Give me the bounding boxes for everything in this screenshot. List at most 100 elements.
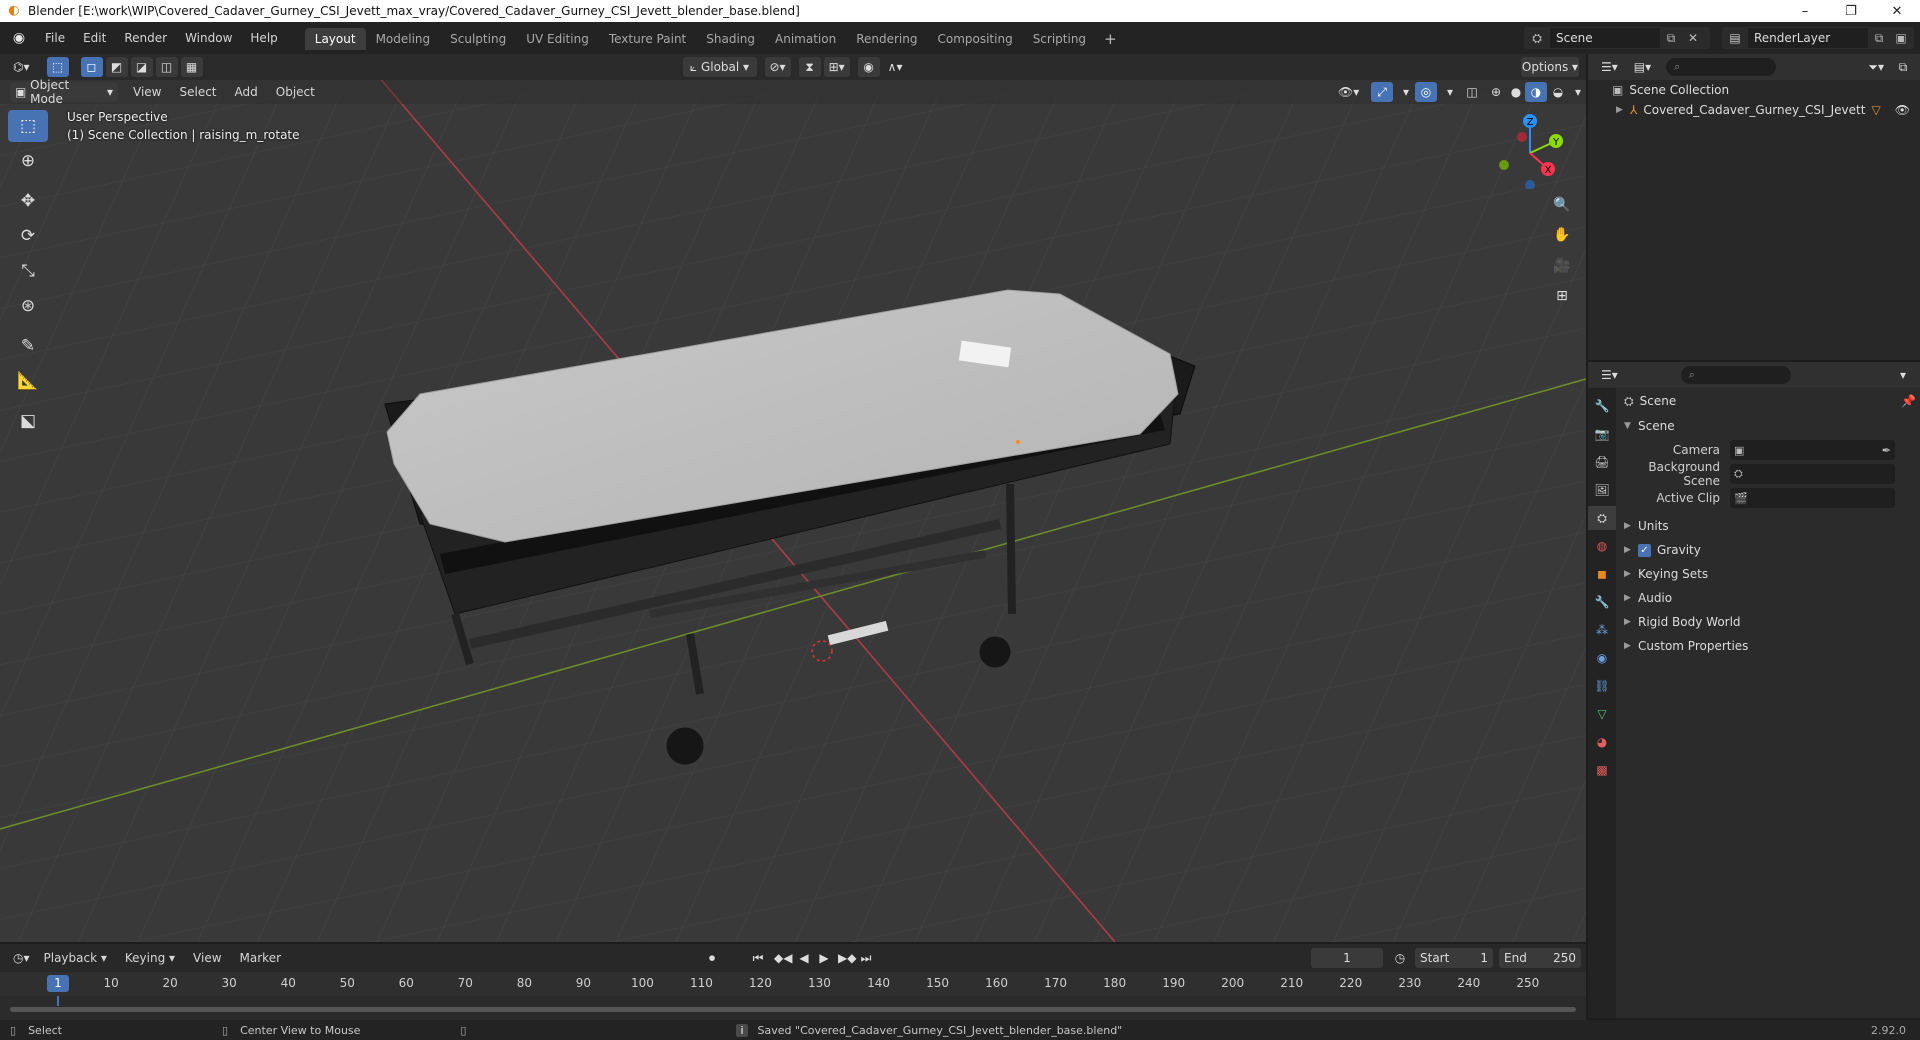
tab-modeling[interactable]: Modeling xyxy=(366,28,441,50)
new-renderlayer-button[interactable]: ⧉ xyxy=(1868,27,1890,49)
tab-compositing[interactable]: Compositing xyxy=(927,28,1022,50)
gizmo-neg-x-icon[interactable] xyxy=(1517,132,1527,142)
navigation-gizmo[interactable]: Z Y X xyxy=(1490,109,1570,189)
overlay-toggle-icon[interactable]: ◎ xyxy=(1415,82,1437,102)
outliner-object-row[interactable]: ▶ ⅄ Covered_Cadaver_Gurney_CSI_Jevett ▽ … xyxy=(1588,100,1920,120)
select-mode-extend-icon[interactable]: ◩ xyxy=(105,57,128,77)
perspective-toggle-icon[interactable]: ⊞ xyxy=(1549,283,1575,309)
snap-target-icon[interactable]: ⊞▾ xyxy=(823,57,850,77)
end-frame-field[interactable]: End 250 xyxy=(1499,948,1581,968)
move-tool-icon[interactable]: ✥ xyxy=(8,185,48,217)
tab-scripting[interactable]: Scripting xyxy=(1023,28,1096,50)
tab-animation[interactable]: Animation xyxy=(765,28,846,50)
constraints-tab-icon[interactable]: ⛓ xyxy=(1588,674,1616,698)
display-mode-icon[interactable]: ▤▾ xyxy=(1629,57,1656,77)
visibility-eye-icon[interactable]: 👁 xyxy=(1895,103,1910,117)
background-scene-field[interactable]: ⛭ xyxy=(1730,464,1895,484)
shading-solid-icon[interactable]: ● xyxy=(1505,82,1527,102)
pan-view-icon[interactable]: ✋ xyxy=(1549,222,1575,248)
scene-selector[interactable]: ⛭ Scene ⧉ ✕ xyxy=(1524,27,1710,49)
3d-viewport[interactable]: ⌬▾ ⬚ ◻ ◩ ◪ ◫ ▦ ⟀ Global ▾ ⊘▾ ⧗ ⊞▾ ◉ ∧▾ O… xyxy=(0,54,1586,942)
menu-window[interactable]: Window xyxy=(176,27,241,49)
gizmo-neg-y-icon[interactable] xyxy=(1499,160,1509,170)
tab-uv-editing[interactable]: UV Editing xyxy=(516,28,599,50)
proportional-edit-icon[interactable]: ◉ xyxy=(857,57,880,77)
tab-shading[interactable]: Shading xyxy=(696,28,765,50)
tab-layout[interactable]: Layout xyxy=(304,28,366,50)
data-tab-icon[interactable]: ▽ xyxy=(1588,702,1616,726)
tab-rendering[interactable]: Rendering xyxy=(846,28,927,50)
object-tab-icon[interactable]: ◼ xyxy=(1588,562,1616,586)
select-mode-invert-icon[interactable]: ◫ xyxy=(155,57,178,77)
shading-wireframe-icon[interactable]: ⊕ xyxy=(1485,82,1507,102)
current-frame-marker[interactable]: 1 xyxy=(47,975,69,992)
record-keyframe-icon[interactable]: ⏺ xyxy=(701,948,723,968)
constraint-icon[interactable]: ▽ xyxy=(1872,103,1881,117)
select-box-tool-icon[interactable]: ⬚ xyxy=(8,110,48,142)
view-layer-tab-icon[interactable]: 🖼 xyxy=(1588,478,1616,502)
current-frame-field[interactable]: 1 xyxy=(1311,948,1383,968)
shading-rendered-icon[interactable]: ◒ xyxy=(1547,82,1569,102)
viewport-menu-add[interactable]: Add xyxy=(226,81,267,103)
tab-texture-paint[interactable]: Texture Paint xyxy=(599,28,696,50)
timeline-ruler[interactable]: 1 10 20 30 40 50 60 70 80 90 100 110 120 130 140 150 160… xyxy=(0,972,1586,996)
select-mode-new-icon[interactable]: ◻ xyxy=(80,57,103,77)
annotate-tool-icon[interactable]: ✎ xyxy=(8,330,48,362)
texture-tab-icon[interactable]: ▩ xyxy=(1588,758,1616,782)
renderlayer-icon[interactable]: ▤ xyxy=(1722,27,1748,49)
add-cube-tool-icon[interactable]: ⬕ xyxy=(8,405,48,437)
cursor-tool-icon[interactable]: ⊕ xyxy=(8,145,48,177)
audio-panel-header[interactable]: ▶ Audio xyxy=(1618,586,1920,610)
mode-dropdown[interactable]: ▣ Object Mode ▾ xyxy=(10,78,118,106)
select-tool-icon[interactable]: ⬚ xyxy=(46,57,69,77)
render-tab-icon[interactable]: 📷 xyxy=(1588,422,1616,446)
transform-orientation-dropdown[interactable]: ⟀ Global ▾ xyxy=(682,57,757,77)
shading-dropdown-icon[interactable]: ▾ xyxy=(1567,82,1586,102)
blender-menu-icon[interactable]: ◉ xyxy=(8,27,30,49)
new-collection-icon[interactable]: ⧉ xyxy=(1892,57,1914,77)
timeline-menu-keying[interactable]: Keying ▾ xyxy=(116,947,184,969)
scene-name-field[interactable]: Scene xyxy=(1550,28,1660,48)
falloff-icon[interactable]: ∧▾ xyxy=(883,57,908,77)
viewport-menu-object[interactable]: Object xyxy=(267,81,324,103)
visibility-icon[interactable]: 👁▾ xyxy=(1333,82,1364,102)
delete-scene-button[interactable]: ✕ xyxy=(1682,27,1704,49)
pivot-point-icon[interactable]: ⊘▾ xyxy=(764,57,791,77)
gizmo-dropdown-icon[interactable]: ▾ xyxy=(1395,82,1417,102)
viewport-menu-view[interactable]: View xyxy=(124,81,170,103)
filter-icon[interactable]: ⏷▾ xyxy=(1863,57,1889,77)
camera-view-icon[interactable]: 🎥 xyxy=(1549,253,1575,279)
outliner-search-input[interactable]: ⌕ xyxy=(1666,58,1777,76)
preview-range-icon[interactable]: ◷ xyxy=(1389,948,1411,968)
gravity-checkbox[interactable]: ✓ xyxy=(1638,543,1651,557)
menu-edit[interactable]: Edit xyxy=(74,27,115,49)
overlay-dropdown-icon[interactable]: ▾ xyxy=(1439,82,1461,102)
renderlayer-selector[interactable]: ▤ RenderLayer ⧉ ▣ xyxy=(1722,27,1914,49)
jump-end-icon[interactable]: ⏭ xyxy=(855,948,877,968)
scene-icon[interactable]: ⛭ xyxy=(1524,27,1550,49)
play-reverse-icon[interactable]: ◀ xyxy=(793,948,815,968)
add-workspace-button[interactable]: + xyxy=(1096,28,1125,50)
timeline-scrollbar[interactable] xyxy=(10,1007,1576,1012)
xray-toggle-icon[interactable]: ◫ xyxy=(1461,82,1483,102)
jump-start-icon[interactable]: ⏮ xyxy=(747,948,769,968)
gizmo-neg-z-icon[interactable] xyxy=(1525,180,1535,189)
expand-arrow-icon[interactable]: ▶ xyxy=(1616,105,1630,115)
properties-search-input[interactable]: ⌕ xyxy=(1680,366,1791,384)
transform-tool-icon[interactable]: ⊛ xyxy=(8,290,48,322)
eyedropper-icon[interactable]: ✒ xyxy=(1882,444,1891,457)
active-clip-field[interactable]: 🎬 xyxy=(1730,488,1895,508)
snap-toggle-icon[interactable]: ⧗ xyxy=(798,57,821,77)
start-frame-field[interactable]: Start 1 xyxy=(1415,948,1493,968)
camera-field[interactable]: ▣ ✒ xyxy=(1730,440,1895,460)
material-tab-icon[interactable]: ◕ xyxy=(1588,730,1616,754)
scene-section-header[interactable]: ▼ Scene xyxy=(1618,414,1920,438)
timeline-menu-playback[interactable]: Playback ▾ xyxy=(35,947,116,969)
physics-tab-icon[interactable]: ◉ xyxy=(1588,646,1616,670)
outliner-scene-collection-row[interactable]: ▣ Scene Collection xyxy=(1588,80,1920,100)
gizmo-toggle-icon[interactable]: ⤢ xyxy=(1371,82,1393,102)
menu-file[interactable]: File xyxy=(36,27,74,49)
rigid-body-world-panel-header[interactable]: ▶ Rigid Body World xyxy=(1618,610,1920,634)
pin-icon[interactable]: 📌 xyxy=(1901,394,1916,408)
select-mode-intersect-icon[interactable]: ▦ xyxy=(180,57,203,77)
